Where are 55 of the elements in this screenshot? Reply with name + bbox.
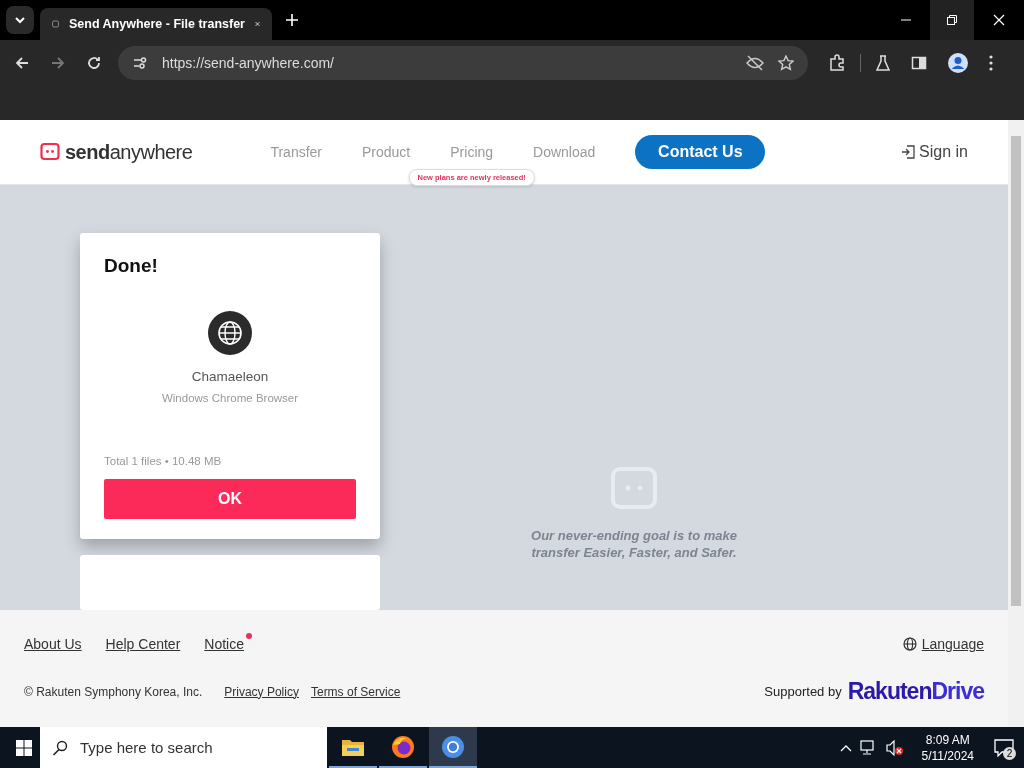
chevron-icon	[14, 14, 26, 26]
notifications-button[interactable]: 2	[984, 727, 1024, 768]
chat-bubble-icon	[994, 738, 1014, 757]
footer-link[interactable]: About Us	[24, 636, 82, 652]
back-icon[interactable]	[14, 55, 30, 71]
address-bar[interactable]: https://send-anywhere.com/	[118, 46, 808, 80]
legal-link[interactable]: Terms of Service	[310, 684, 401, 699]
total-files-text: Total 1 files • 10.48 MB	[104, 455, 222, 468]
search-icon	[52, 739, 68, 756]
language-link[interactable]: Language	[921, 636, 984, 652]
slogan-text: Our never-ending goal is to make transfer Easier, Faster, and Safer.	[531, 527, 737, 561]
close-window-icon[interactable]	[993, 14, 1005, 26]
supported-by-text: Supported by	[764, 684, 842, 699]
card-title: Done!	[104, 255, 158, 277]
new-tab-icon[interactable]	[286, 14, 298, 26]
eye-slash-icon[interactable]	[746, 55, 764, 71]
globe-icon	[208, 311, 252, 355]
sign-in-link[interactable]: Sign in	[901, 143, 968, 161]
site-icon	[52, 17, 59, 31]
logo-icon	[40, 141, 60, 163]
rakuten-drive-logo[interactable]: RakutenDrive	[847, 678, 984, 705]
device-name: Chamaeleon	[191, 369, 269, 384]
scrollbar[interactable]	[1008, 120, 1024, 727]
taskbar-clock[interactable]: 8:09 AM 5/11/2024	[921, 731, 974, 764]
ok-button[interactable]: OK	[104, 479, 356, 520]
extensions-icon[interactable]	[828, 54, 846, 72]
close-icon[interactable]	[255, 19, 260, 29]
copyright-text: © Rakuten Symphony Korea, Inc.	[24, 684, 203, 699]
taskbar-search-field[interactable]: Type here to search	[40, 727, 327, 768]
restore-icon[interactable]	[947, 15, 957, 25]
footer-link[interactable]: Help Center	[105, 636, 181, 652]
send-anywhere-logo[interactable]: sendanywhere	[40, 140, 193, 164]
forward-icon[interactable]	[50, 55, 66, 71]
tab-search-button[interactable]	[6, 6, 34, 34]
chrome-taskbar-icon[interactable]	[429, 727, 477, 768]
notification-count: 2	[1003, 747, 1016, 760]
side-panel-icon[interactable]	[911, 55, 927, 71]
legal-link[interactable]: Privacy Policy	[224, 684, 299, 699]
site-settings-icon[interactable]	[132, 55, 148, 71]
browser-tab[interactable]: Send Anywhere - File transfer	[40, 8, 272, 40]
menu-icon[interactable]	[989, 55, 993, 71]
start-icon[interactable]	[16, 739, 32, 756]
flask-icon[interactable]	[875, 55, 891, 71]
logo-text: sendanywhere	[65, 140, 193, 164]
speaker-muted-icon[interactable]	[885, 739, 904, 756]
footer-link[interactable]: Notice	[204, 636, 244, 652]
star-icon[interactable]	[778, 55, 794, 71]
sign-in-icon	[901, 145, 916, 159]
globe-icon	[902, 637, 917, 651]
reload-icon[interactable]	[86, 55, 102, 71]
tab-title: Send Anywhere - File transfer	[69, 17, 245, 31]
profile-avatar-icon[interactable]	[947, 52, 969, 74]
contact-us-button[interactable]: Contact Us	[635, 135, 766, 169]
url-text: https://send-anywhere.com/	[162, 55, 334, 71]
device-description: Windows Chrome Browser	[161, 392, 299, 404]
